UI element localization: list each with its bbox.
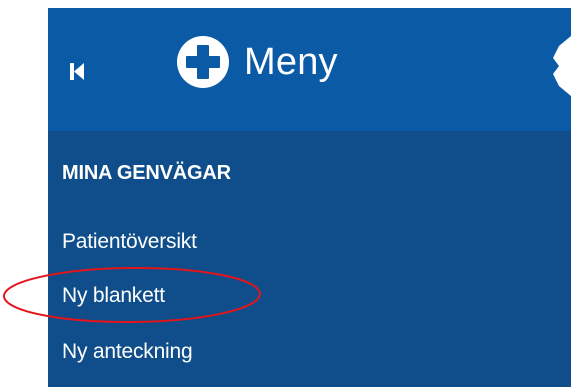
collapse-left-icon bbox=[70, 63, 84, 80]
shortcut-new-form[interactable]: Ny blankett bbox=[62, 284, 165, 308]
shortcut-patient-overview[interactable]: Patientöversikt bbox=[62, 230, 197, 254]
partial-icon bbox=[553, 36, 571, 96]
screenshot-stage: Meny MINA GENVÄGAR Patientöversikt Ny bl… bbox=[0, 0, 571, 387]
menu-header: Meny bbox=[48, 8, 571, 131]
shortcut-new-note[interactable]: Ny anteckning bbox=[62, 340, 193, 364]
collapse-menu-button[interactable] bbox=[60, 58, 90, 84]
menu-label: Meny bbox=[244, 41, 338, 83]
plus-circle-icon bbox=[176, 35, 230, 89]
menu-button[interactable]: Meny bbox=[176, 32, 338, 92]
navigation-panel: Meny MINA GENVÄGAR Patientöversikt Ny bl… bbox=[48, 8, 571, 387]
shortcuts-section-title: MINA GENVÄGAR bbox=[62, 162, 231, 184]
